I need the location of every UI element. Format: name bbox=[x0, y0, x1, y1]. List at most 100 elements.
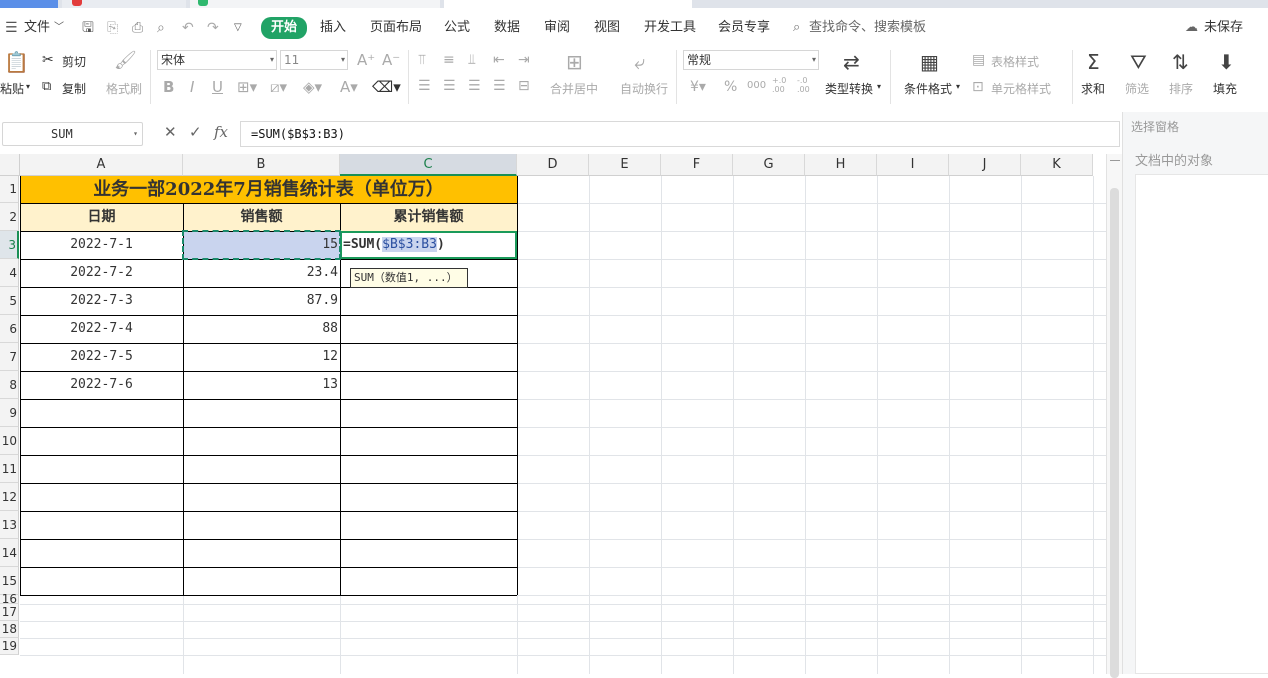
date-cell[interactable]: 2022-7-5 bbox=[20, 343, 183, 371]
fill-icon[interactable]: ⬇ bbox=[1218, 50, 1235, 74]
table-style-button[interactable]: 表格样式 bbox=[991, 53, 1039, 70]
amount-cell[interactable]: 13 bbox=[183, 371, 338, 399]
row-header-10[interactable]: 10 bbox=[0, 427, 19, 455]
chevron-down-icon[interactable]: ▾ bbox=[877, 82, 881, 91]
amount-cell[interactable]: 12 bbox=[183, 343, 338, 371]
font-name-select[interactable]: 宋体 ▾ bbox=[157, 50, 277, 70]
filter-button[interactable]: 筛选 bbox=[1125, 80, 1149, 97]
row-header-15[interactable]: 15 bbox=[0, 567, 19, 595]
amount-cell[interactable]: 88 bbox=[183, 315, 338, 343]
font-size-select[interactable]: 11 ▾ bbox=[280, 50, 348, 70]
currency-icon[interactable]: ¥▾ bbox=[690, 79, 706, 95]
row-header-14[interactable]: 14 bbox=[0, 539, 19, 567]
copy-button[interactable]: 复制 bbox=[62, 80, 86, 97]
command-search[interactable]: 查找命令、搜索模板 bbox=[809, 19, 926, 37]
row-header-9[interactable]: 9 bbox=[0, 399, 19, 427]
paste-icon[interactable]: 📋 bbox=[4, 50, 29, 74]
date-cell[interactable]: 2022-7-1 bbox=[20, 231, 183, 259]
sort-icon[interactable]: ⇅ bbox=[1172, 50, 1189, 74]
date-cell[interactable]: 2022-7-4 bbox=[20, 315, 183, 343]
tab-view[interactable]: 视图 bbox=[594, 19, 620, 37]
cancel-icon[interactable]: ✕ bbox=[164, 123, 177, 141]
wrap-text-icon[interactable]: ⤶ bbox=[634, 50, 645, 74]
align-bottom-icon[interactable]: ⫫ bbox=[468, 52, 476, 68]
object-list[interactable] bbox=[1135, 174, 1268, 674]
increase-decimal-icon[interactable]: +.0 .00 bbox=[772, 76, 792, 94]
column-header-c[interactable]: C bbox=[340, 154, 517, 176]
active-cell-c3[interactable]: =SUM($B$3:B3) bbox=[340, 231, 517, 259]
chevron-down-icon[interactable]: ﹀ bbox=[54, 19, 64, 37]
merge-center-icon[interactable]: ⊞ bbox=[566, 50, 583, 74]
fill-color-icon[interactable]: ◈▾ bbox=[303, 78, 322, 96]
distribute-icon[interactable]: ⊟ bbox=[518, 78, 530, 94]
row-header-7[interactable]: 7 bbox=[0, 343, 19, 371]
name-box[interactable]: SUM ▾ bbox=[2, 122, 143, 146]
align-top-icon[interactable]: ⫪ bbox=[418, 52, 426, 68]
scissors-icon[interactable]: ✂ bbox=[42, 52, 54, 68]
print-icon[interactable]: ⎙ bbox=[132, 19, 143, 37]
cell-style-icon[interactable]: ⊡ bbox=[972, 79, 984, 95]
decrease-font-icon[interactable]: A⁻ bbox=[382, 51, 400, 69]
row-header-12[interactable]: 12 bbox=[0, 483, 19, 511]
type-convert-button[interactable]: 类型转换 bbox=[825, 80, 873, 97]
formula-input[interactable]: =SUM($B$3:B3) bbox=[240, 121, 1120, 147]
decrease-decimal-icon[interactable]: -.0 .00 bbox=[797, 76, 817, 94]
cut-button[interactable]: 剪切 bbox=[62, 53, 86, 70]
decrease-indent-icon[interactable]: ⇤ bbox=[493, 52, 505, 68]
print-preview-icon[interactable]: ⌕ bbox=[157, 19, 165, 37]
confirm-icon[interactable]: ✓ bbox=[189, 123, 202, 141]
format-painter-button[interactable]: 格式刷 bbox=[106, 80, 142, 97]
window-tab-active[interactable] bbox=[444, 0, 692, 8]
column-header-k[interactable]: K bbox=[1021, 154, 1093, 176]
spreadsheet-grid[interactable]: A B C D E F G H I J K 1 2 3 4 5 6 7 8 9 10 11 12 13 14 15 16 17 18 19… bbox=[0, 154, 1106, 674]
redo-icon[interactable]: ↷ bbox=[207, 19, 219, 37]
row-header-5[interactable]: 5 bbox=[0, 287, 19, 315]
column-header-j[interactable]: J bbox=[949, 154, 1021, 176]
header-cell[interactable]: 累计销售额 bbox=[340, 203, 517, 231]
export-icon[interactable]: ⎘ bbox=[107, 19, 118, 37]
column-header-h[interactable]: H bbox=[805, 154, 877, 176]
tab-formulas[interactable]: 公式 bbox=[444, 19, 470, 37]
paste-button[interactable]: 粘贴 bbox=[0, 80, 24, 97]
chevron-down-icon[interactable]: ▾ bbox=[956, 82, 960, 91]
table-style-icon[interactable]: ▤ bbox=[972, 52, 985, 68]
copy-icon[interactable]: ⧉ bbox=[42, 79, 51, 94]
header-cell[interactable]: 日期 bbox=[20, 203, 183, 231]
quick-access-dropdown-icon[interactable]: ▽ bbox=[234, 19, 242, 37]
window-tab-home[interactable] bbox=[0, 0, 58, 8]
conditional-format-icon[interactable]: ▦ bbox=[920, 50, 939, 74]
column-header-g[interactable]: G bbox=[733, 154, 805, 176]
thousands-icon[interactable]: 000 bbox=[747, 80, 766, 91]
amount-cell[interactable]: 87.9 bbox=[183, 287, 338, 315]
row-header-3[interactable]: 3 bbox=[0, 231, 19, 259]
clear-icon[interactable]: ⌫▾ bbox=[372, 78, 401, 96]
merge-center-button[interactable]: 合并居中 bbox=[550, 80, 598, 97]
window-tab-pdf[interactable] bbox=[62, 0, 186, 8]
row-header-16[interactable]: 16 bbox=[0, 593, 19, 605]
format-painter-icon[interactable]: 🖌 bbox=[114, 50, 137, 71]
row-header-1[interactable]: 1 bbox=[0, 176, 19, 203]
tab-insert[interactable]: 插入 bbox=[320, 19, 346, 37]
percent-icon[interactable]: % bbox=[724, 79, 737, 95]
vertical-scrollbar[interactable] bbox=[1106, 154, 1122, 678]
row-header-17[interactable]: 17 bbox=[0, 604, 19, 621]
date-cell[interactable]: 2022-7-3 bbox=[20, 287, 183, 315]
cell-style-button[interactable]: 单元格样式 bbox=[991, 80, 1051, 97]
row-header-4[interactable]: 4 bbox=[0, 259, 19, 287]
align-center-icon[interactable]: ☰ bbox=[443, 78, 456, 94]
number-format-select[interactable]: 常规 ▾ bbox=[683, 50, 819, 70]
undo-icon[interactable]: ↶ bbox=[182, 19, 194, 37]
tab-data[interactable]: 数据 bbox=[494, 19, 520, 37]
tab-developer[interactable]: 开发工具 bbox=[644, 19, 696, 37]
column-header-d[interactable]: D bbox=[517, 154, 589, 176]
tab-page-layout[interactable]: 页面布局 bbox=[370, 19, 422, 37]
row-header-13[interactable]: 13 bbox=[0, 511, 19, 539]
sort-button[interactable]: 排序 bbox=[1169, 80, 1193, 97]
column-header-i[interactable]: I bbox=[877, 154, 949, 176]
file-menu[interactable]: 文件 bbox=[24, 19, 50, 37]
wrap-text-button[interactable]: 自动换行 bbox=[620, 80, 668, 97]
column-header-e[interactable]: E bbox=[589, 154, 661, 176]
tab-member[interactable]: 会员专享 bbox=[718, 19, 770, 37]
column-header-b[interactable]: B bbox=[183, 154, 340, 176]
align-left-icon[interactable]: ☰ bbox=[418, 78, 431, 94]
